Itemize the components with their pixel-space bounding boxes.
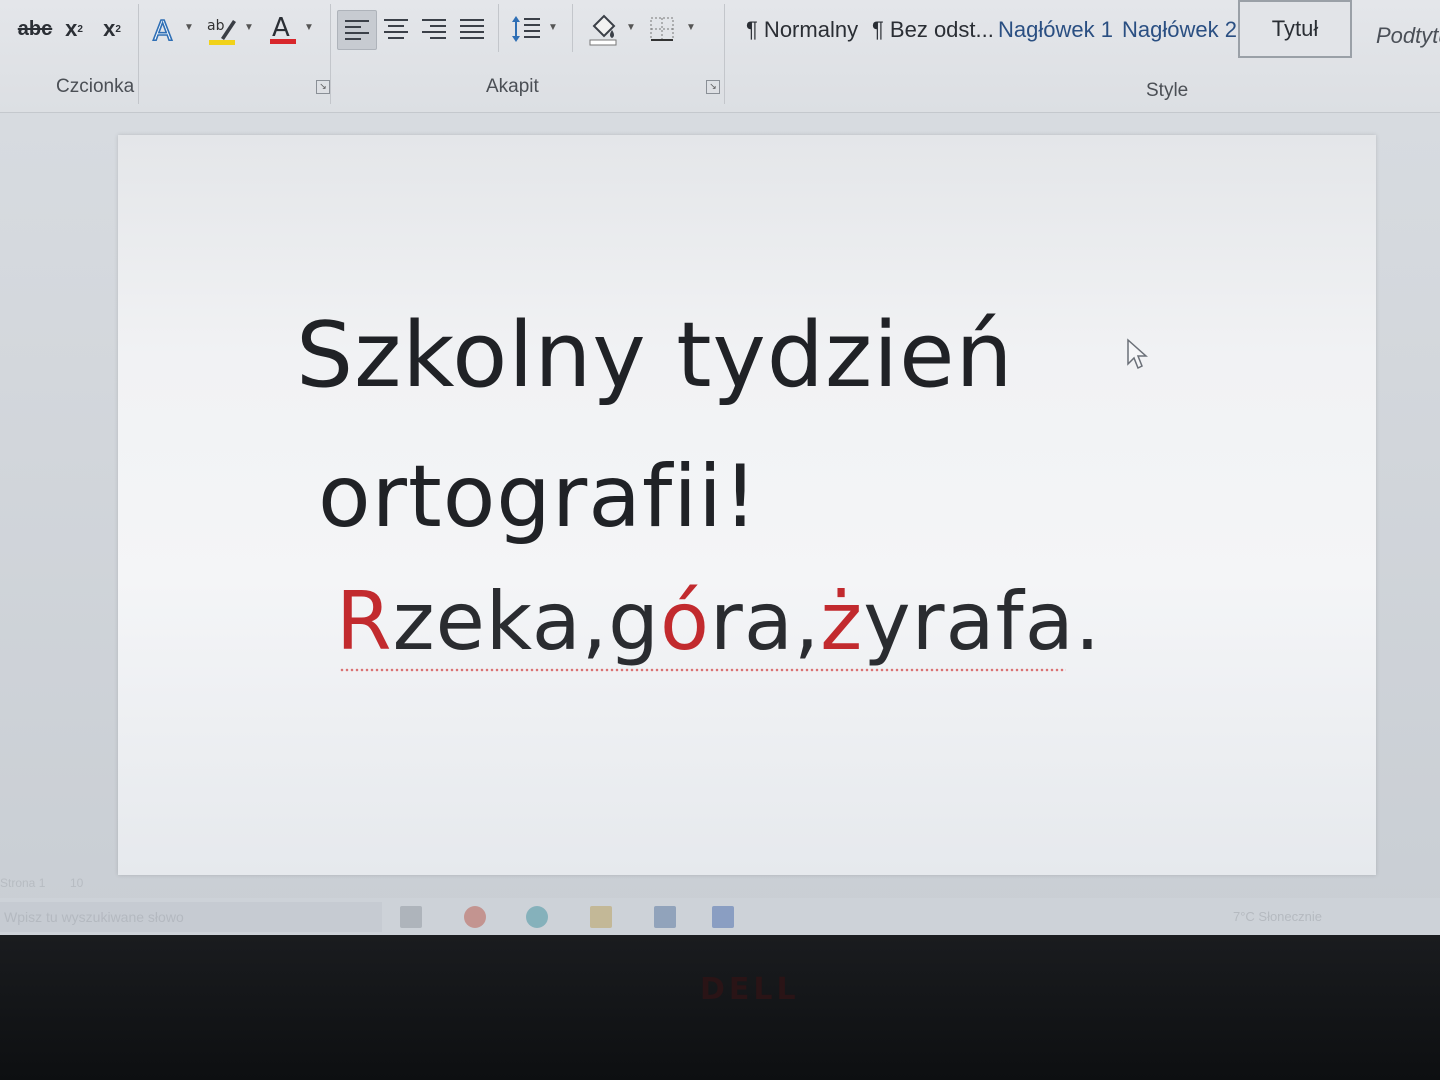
highlighted-letter: ó bbox=[659, 575, 710, 668]
folder-icon[interactable] bbox=[590, 906, 612, 928]
highlight-button[interactable]: ab bbox=[204, 10, 240, 48]
highlighted-letter: ż bbox=[820, 575, 864, 668]
superscript-button[interactable]: x2 bbox=[98, 10, 126, 48]
align-left-button[interactable] bbox=[337, 10, 377, 50]
chevron-down-icon[interactable]: ▼ bbox=[184, 22, 194, 33]
chevron-down-icon[interactable]: ▼ bbox=[304, 22, 314, 33]
style-label: Tytuł bbox=[1271, 16, 1319, 41]
document-heading-line[interactable]: Szkolny tydzień bbox=[296, 303, 1014, 408]
style-normal[interactable]: ¶ Normalny bbox=[746, 10, 858, 50]
separator bbox=[724, 4, 725, 104]
task-view-icon[interactable] bbox=[400, 906, 422, 928]
group-label-paragraph: Akapit bbox=[486, 76, 539, 97]
justify-button[interactable] bbox=[454, 10, 490, 48]
document-page[interactable]: Szkolny tydzień ortografii! Rzeka,góra,ż… bbox=[118, 135, 1376, 875]
justify-icon bbox=[460, 19, 484, 39]
edge-icon[interactable] bbox=[526, 906, 548, 928]
status-bar: Strona 1 10 bbox=[0, 872, 1440, 896]
separator bbox=[330, 4, 331, 104]
align-right-icon bbox=[422, 19, 446, 39]
style-heading-1[interactable]: Nagłówek 1 bbox=[998, 10, 1113, 50]
align-center-icon bbox=[384, 19, 408, 39]
search-input[interactable]: Wpisz tu wyszukiwane słowo bbox=[0, 902, 382, 932]
ribbon: abc x2 x2 A ▼ ab ▼ A ▼ Czcionka ↘ ▼ ▼ ▼ … bbox=[0, 0, 1440, 113]
style-no-spacing[interactable]: ¶ Bez odst... bbox=[872, 10, 994, 50]
highlighted-letter: R bbox=[336, 575, 393, 668]
text-effects-icon: A bbox=[152, 14, 173, 44]
weather-widget[interactable]: 7°C Słonecznie bbox=[1233, 902, 1322, 932]
chrome-icon[interactable] bbox=[464, 906, 486, 928]
style-label: Nagłówek 2 bbox=[1122, 17, 1237, 42]
style-label: Podtytu bbox=[1376, 23, 1440, 48]
separator bbox=[138, 4, 139, 104]
word-text: zeka,g bbox=[392, 575, 660, 668]
superscript-label: x bbox=[103, 16, 116, 41]
dialog-launcher-icon[interactable]: ↘ bbox=[706, 80, 720, 94]
text-effects-button[interactable]: A bbox=[150, 10, 180, 48]
style-label: ¶ Bez odst... bbox=[872, 17, 994, 42]
style-title[interactable]: Tytuł bbox=[1238, 0, 1352, 58]
store-icon[interactable] bbox=[654, 906, 676, 928]
chevron-down-icon[interactable]: ▼ bbox=[548, 22, 558, 33]
subscript-label: x bbox=[65, 16, 78, 41]
subscript-button[interactable]: x2 bbox=[60, 10, 88, 48]
borders-icon bbox=[650, 17, 674, 41]
style-label: ¶ Normalny bbox=[746, 17, 859, 42]
highlighter-icon: ab bbox=[207, 18, 236, 45]
svg-text:A: A bbox=[272, 13, 290, 43]
align-right-button[interactable] bbox=[416, 10, 452, 48]
document-example-words[interactable]: Rzeka,góra,żyrafa. bbox=[336, 575, 1101, 668]
style-heading-2[interactable]: Nagłówek 2 bbox=[1122, 10, 1237, 50]
separator bbox=[498, 4, 499, 52]
line-spacing-button[interactable] bbox=[508, 10, 544, 48]
word-count: 10 bbox=[70, 876, 84, 890]
word-text: yrafa. bbox=[863, 575, 1102, 668]
taskbar: Wpisz tu wyszukiwane słowo 7°C Słoneczni… bbox=[0, 898, 1440, 935]
chevron-down-icon[interactable]: ▼ bbox=[686, 22, 696, 33]
word-icon[interactable] bbox=[712, 906, 734, 928]
page-count: Strona 1 bbox=[0, 876, 46, 890]
superscript-mark: 2 bbox=[115, 23, 121, 35]
font-color-icon: A bbox=[270, 13, 296, 44]
group-label-styles: Style bbox=[1146, 80, 1189, 101]
shading-button[interactable] bbox=[584, 10, 622, 48]
chevron-down-icon[interactable]: ▼ bbox=[244, 22, 254, 33]
mouse-pointer-icon bbox=[1127, 338, 1148, 370]
strikethrough-button[interactable]: abc bbox=[18, 10, 52, 48]
subscript-mark: 2 bbox=[77, 23, 83, 35]
monitor-bezel bbox=[0, 935, 1440, 1080]
screen: abc x2 x2 A ▼ ab ▼ A ▼ Czcionka ↘ ▼ ▼ ▼ … bbox=[0, 0, 1440, 935]
align-left-icon bbox=[345, 20, 369, 40]
svg-text:ab: ab bbox=[207, 18, 225, 34]
strikethrough-label: abc bbox=[17, 17, 53, 40]
line-spacing-icon bbox=[512, 16, 540, 42]
svg-text:A: A bbox=[153, 14, 172, 44]
borders-button[interactable] bbox=[646, 10, 678, 48]
document-heading-line[interactable]: ortografii! bbox=[318, 447, 759, 547]
brand-logo: DELL bbox=[700, 972, 800, 1007]
group-label-font: Czcionka bbox=[56, 76, 135, 97]
align-center-button[interactable] bbox=[378, 10, 414, 48]
word-text: ra, bbox=[709, 575, 821, 668]
paint-bucket-icon bbox=[589, 14, 617, 46]
chevron-down-icon[interactable]: ▼ bbox=[626, 22, 636, 33]
spellcheck-underline bbox=[340, 668, 1066, 672]
font-color-button[interactable]: A bbox=[266, 10, 300, 48]
dialog-launcher-icon[interactable]: ↘ bbox=[316, 80, 330, 94]
separator bbox=[572, 4, 573, 52]
style-label: Nagłówek 1 bbox=[998, 17, 1113, 42]
style-subtitle[interactable]: Podtytu bbox=[1376, 16, 1440, 56]
